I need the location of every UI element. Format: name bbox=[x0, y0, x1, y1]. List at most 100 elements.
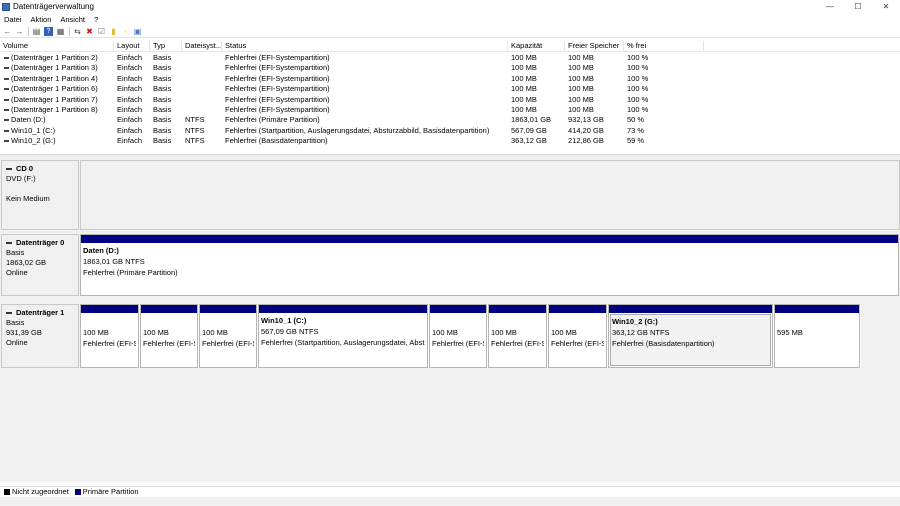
partition-size: 1863,01 GB NTFS bbox=[83, 257, 145, 266]
toolbar: ← → ▤ ? ▦ ⇆ ✖ ☑ ▮ ▫ ▣ bbox=[0, 25, 900, 38]
help-book-icon[interactable]: ? bbox=[44, 26, 53, 36]
volume-type: Basis bbox=[153, 125, 172, 135]
partition-efi-2[interactable]: 100 MB Fehlerfrei (EFI-S bbox=[80, 304, 139, 368]
partition-color-bar bbox=[141, 305, 197, 313]
disk-spacer bbox=[6, 184, 74, 194]
window-title: Datenträgerverwaltung bbox=[13, 2, 94, 11]
column-header-layout[interactable]: Layout bbox=[114, 41, 150, 52]
legend-swatch-primary bbox=[74, 488, 81, 495]
partition-color-bar bbox=[549, 305, 606, 313]
partition-daten-d[interactable]: Daten (D:) 1863,01 GB NTFS Fehlerfrei (P… bbox=[80, 234, 899, 296]
snapin-icon[interactable]: ▣ bbox=[133, 27, 142, 36]
menu-ansicht[interactable]: Ansicht bbox=[60, 15, 85, 24]
disk-name: CD 0 bbox=[16, 164, 34, 173]
partition-size: 100 MB bbox=[432, 328, 458, 337]
close-button[interactable]: ✕ bbox=[872, 0, 900, 13]
menu-help[interactable]: ? bbox=[94, 15, 98, 24]
volume-percent-free: 59 % bbox=[627, 136, 645, 146]
minimize-button[interactable]: — bbox=[816, 0, 844, 13]
delete-icon[interactable]: ✖ bbox=[85, 27, 94, 36]
volume-percent-free: 100 % bbox=[627, 94, 649, 104]
disk-size: 931,39 GB bbox=[6, 328, 42, 337]
folder-icon[interactable]: ▮ bbox=[109, 27, 118, 36]
volume-layout: Einfach bbox=[117, 63, 143, 73]
disk-label-disk0[interactable]: Datenträger 0 Basis 1863,02 GB Online bbox=[1, 234, 79, 296]
column-header-capacity[interactable]: Kapazität bbox=[508, 41, 565, 52]
volume-capacity: 567,09 GB bbox=[511, 125, 547, 135]
partition-name: Win10_1 (C:) bbox=[261, 316, 307, 325]
table-row[interactable]: (Datenträger 1 Partition 4) Einfach Basi… bbox=[0, 74, 900, 84]
table-row[interactable]: (Datenträger 1 Partition 7) Einfach Basi… bbox=[0, 95, 900, 105]
partition-efi-8[interactable]: 100 MB Fehlerfrei (EFI-S bbox=[548, 304, 607, 368]
new-document-icon[interactable]: ▫ bbox=[121, 27, 130, 36]
volume-layout: Einfach bbox=[117, 125, 143, 135]
table-row[interactable]: (Datenträger 1 Partition 2) Einfach Basi… bbox=[0, 53, 900, 63]
connect-icon[interactable]: ⇆ bbox=[73, 27, 82, 36]
volume-free-space: 100 MB bbox=[568, 53, 594, 62]
hard-disk-icon bbox=[6, 312, 12, 314]
partition-efi-6[interactable]: 100 MB Fehlerfrei (EFI-S bbox=[429, 304, 487, 368]
partition-color-bar bbox=[489, 305, 546, 313]
back-arrow-icon[interactable]: ← bbox=[3, 27, 12, 36]
table-row[interactable]: (Datenträger 1 Partition 6) Einfach Basi… bbox=[0, 84, 900, 94]
disk-row-cd0: CD 0 DVD (F:) Kein Medium bbox=[0, 160, 900, 230]
column-header-volume[interactable]: Volume bbox=[0, 41, 114, 52]
disk-type: Basis bbox=[6, 318, 25, 327]
legend-item-unallocated: Nicht zugeordnet bbox=[4, 487, 69, 496]
partition-size: 567,09 GB NTFS bbox=[261, 327, 319, 336]
column-header-filesystem[interactable]: Dateisyst... bbox=[182, 41, 222, 52]
volume-percent-free: 100 % bbox=[627, 53, 649, 62]
partition-status: Fehlerfrei (EFI-S bbox=[432, 339, 484, 348]
disk-name: Datenträger 1 bbox=[16, 308, 65, 317]
partition-unallocated[interactable]: 595 MB bbox=[774, 304, 860, 368]
volume-free-space: 932,13 GB bbox=[568, 115, 604, 125]
table-row[interactable]: Daten (D:) Einfach Basis NTFS Fehlerfrei… bbox=[0, 115, 900, 125]
volume-free-space: 100 MB bbox=[568, 94, 594, 104]
hard-disk-icon bbox=[6, 242, 12, 244]
column-header-percent-free[interactable]: % frei bbox=[624, 41, 704, 52]
disk-body-cd0[interactable] bbox=[80, 160, 900, 230]
partition-size: 595 MB bbox=[777, 328, 803, 337]
volume-free-space: 100 MB bbox=[568, 84, 594, 94]
column-header-status[interactable]: Status bbox=[222, 41, 508, 52]
disk-name: Datenträger 0 bbox=[16, 238, 65, 247]
maximize-button[interactable]: ☐ bbox=[844, 0, 872, 13]
properties-icon[interactable]: ☑ bbox=[97, 27, 106, 36]
table-row[interactable]: Win10_2 (G:) Einfach Basis NTFS Fehlerfr… bbox=[0, 136, 900, 146]
disk-management-app-icon bbox=[2, 2, 10, 11]
volume-layout: Einfach bbox=[117, 105, 143, 114]
partition-size: 100 MB bbox=[143, 328, 169, 337]
table-row[interactable]: (Datenträger 1 Partition 8) Einfach Basi… bbox=[0, 105, 900, 115]
list-view-icon[interactable]: ▤ bbox=[32, 27, 41, 36]
menu-datei[interactable]: Datei bbox=[4, 15, 22, 24]
partition-efi-3[interactable]: 100 MB Fehlerfrei (EFI-S bbox=[140, 304, 198, 368]
partition-status: Fehlerfrei (EFI-S bbox=[83, 339, 136, 348]
table-row[interactable]: Win10_1 (C:) Einfach Basis NTFS Fehlerfr… bbox=[0, 126, 900, 136]
volume-status: Fehlerfrei (Primäre Partition) bbox=[225, 115, 320, 125]
partition-win10-1-c[interactable]: Win10_1 (C:) 567,09 GB NTFS Fehlerfrei (… bbox=[258, 304, 428, 368]
disk-label-disk1[interactable]: Datenträger 1 Basis 931,39 GB Online bbox=[1, 304, 79, 368]
disk-status: Online bbox=[6, 338, 28, 347]
volume-free-space: 414,20 GB bbox=[568, 125, 604, 135]
legend-label: Primäre Partition bbox=[82, 487, 139, 496]
partition-win10-2-g[interactable]: Win10_2 (G:) 363,12 GB NTFS Fehlerfrei (… bbox=[608, 304, 773, 368]
partition-efi-4[interactable]: 100 MB Fehlerfrei (EFI-S bbox=[199, 304, 257, 368]
menu-bar: Datei Aktion Ansicht ? bbox=[0, 14, 900, 25]
table-row[interactable]: (Datenträger 1 Partition 3) Einfach Basi… bbox=[0, 63, 900, 73]
column-header-free-space[interactable]: Freier Speicher bbox=[565, 41, 624, 52]
disk-drive-letter: DVD (F:) bbox=[6, 174, 36, 183]
column-header-type[interactable]: Typ bbox=[150, 41, 182, 52]
disk-label-cd0[interactable]: CD 0 DVD (F:) Kein Medium bbox=[1, 160, 79, 230]
volume-layout: Einfach bbox=[117, 115, 143, 125]
volume-free-space: 100 MB bbox=[568, 63, 594, 73]
forward-arrow-icon[interactable]: → bbox=[15, 27, 24, 36]
volume-percent-free: 100 % bbox=[627, 73, 649, 83]
pane-view-icon[interactable]: ▦ bbox=[56, 27, 65, 36]
partition-status: Fehlerfrei (EFI-S bbox=[491, 339, 544, 348]
partition-efi-7[interactable]: 100 MB Fehlerfrei (EFI-S bbox=[488, 304, 547, 368]
partition-status: Fehlerfrei (EFI-S bbox=[551, 339, 604, 348]
menu-aktion[interactable]: Aktion bbox=[31, 15, 52, 24]
partition-status: Fehlerfrei (EFI-S bbox=[143, 339, 195, 348]
volume-layout: Einfach bbox=[117, 73, 143, 83]
status-bar bbox=[0, 497, 900, 506]
